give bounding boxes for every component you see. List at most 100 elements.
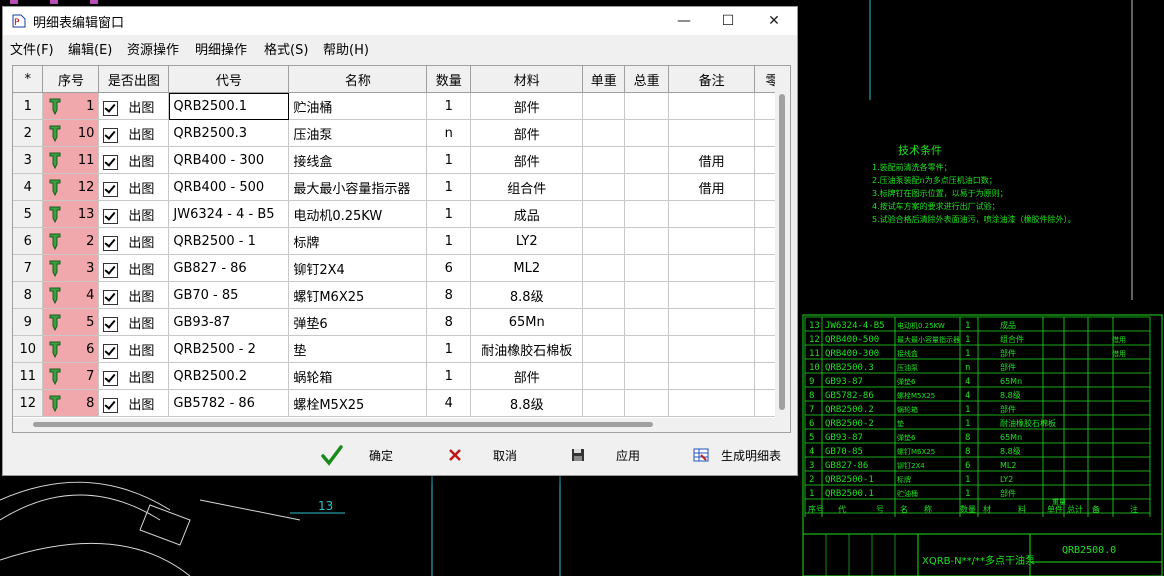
draw-cell[interactable]: 出图 xyxy=(98,308,170,336)
table-row[interactable]: 11 7 出图 QRB2500.2 蜗轮箱 1 部件 xyxy=(13,362,790,390)
row-number[interactable]: 10 xyxy=(13,335,44,363)
col-header-total-weight[interactable]: 总重 xyxy=(624,66,670,93)
seq-cell[interactable]: 10 xyxy=(42,119,100,147)
material-cell[interactable]: 成品 xyxy=(470,200,584,228)
note-cell[interactable] xyxy=(668,335,755,363)
draw-cell[interactable]: 出图 xyxy=(98,119,170,147)
qty-cell[interactable]: 1 xyxy=(426,227,472,255)
material-cell[interactable]: 8.8级 xyxy=(470,281,584,309)
col-header-unit-weight[interactable]: 单重 xyxy=(582,66,626,93)
seq-cell[interactable]: 3 xyxy=(42,254,100,282)
total-weight-cell[interactable] xyxy=(624,281,670,309)
draw-checkbox[interactable] xyxy=(103,154,119,170)
draw-cell[interactable]: 出图 xyxy=(98,227,170,255)
table-row[interactable]: 4 12 出图 QRB400 - 500 最大最小容量指示器 1 组合件 借用 xyxy=(13,173,790,201)
maximize-button[interactable]: ☐ xyxy=(705,7,751,35)
material-cell[interactable]: ML2 xyxy=(470,254,584,282)
row-number[interactable]: 2 xyxy=(13,119,44,147)
name-cell[interactable]: 压油泵 xyxy=(288,119,428,147)
name-cell[interactable]: 接线盒 xyxy=(288,146,428,174)
total-weight-cell[interactable] xyxy=(624,389,670,417)
draw-cell[interactable]: 出图 xyxy=(98,335,170,363)
material-cell[interactable]: 耐油橡胶石棉板 xyxy=(470,335,584,363)
draw-checkbox[interactable] xyxy=(103,262,119,278)
draw-checkbox[interactable] xyxy=(103,181,119,197)
draw-checkbox[interactable] xyxy=(103,397,119,413)
seq-cell[interactable]: 11 xyxy=(42,146,100,174)
draw-checkbox[interactable] xyxy=(103,316,119,332)
seq-cell[interactable]: 13 xyxy=(42,200,100,228)
note-cell[interactable] xyxy=(668,200,755,228)
material-cell[interactable]: 部件 xyxy=(470,119,584,147)
table-row[interactable]: 1 1 出图 QRB2500.1 贮油桶 1 部件 xyxy=(13,92,790,120)
seq-cell[interactable]: 1 xyxy=(42,92,100,120)
note-cell[interactable] xyxy=(668,254,755,282)
code-cell[interactable]: QRB2500 - 1 xyxy=(168,227,290,255)
table-row[interactable]: 2 10 出图 QRB2500.3 压油泵 n 部件 xyxy=(13,119,790,147)
table-row[interactable]: 7 3 出图 GB827 - 86 铆钉2X4 6 ML2 xyxy=(13,254,790,282)
table-row[interactable]: 5 13 出图 JW6324 - 4 - B5 电动机0.25KW 1 成品 xyxy=(13,200,790,228)
total-weight-cell[interactable] xyxy=(624,254,670,282)
row-number[interactable]: 4 xyxy=(13,173,44,201)
menu-detail[interactable]: 明细操作 xyxy=(195,39,247,58)
qty-cell[interactable]: 1 xyxy=(426,335,472,363)
total-weight-cell[interactable] xyxy=(624,308,670,336)
material-cell[interactable]: 部件 xyxy=(470,146,584,174)
generate-bom-button[interactable]: 生成明细表 xyxy=(693,443,781,467)
name-cell[interactable]: 螺钉M6X25 xyxy=(288,281,428,309)
unit-weight-cell[interactable] xyxy=(582,281,626,309)
apply-button[interactable]: 应用 xyxy=(571,443,640,467)
minimize-button[interactable]: — xyxy=(661,7,707,35)
code-cell[interactable]: QRB2500.1 xyxy=(168,92,290,120)
total-weight-cell[interactable] xyxy=(624,362,670,390)
draw-cell[interactable]: 出图 xyxy=(98,362,170,390)
col-header-seq[interactable]: 序号 xyxy=(42,66,100,93)
note-cell[interactable] xyxy=(668,308,755,336)
col-header-material[interactable]: 材料 xyxy=(470,66,584,93)
code-cell[interactable]: QRB2500 - 2 xyxy=(168,335,290,363)
note-cell[interactable] xyxy=(668,362,755,390)
table-row[interactable]: 12 8 出图 GB5782 - 86 螺栓M5X25 4 8.8级 xyxy=(13,389,790,417)
total-weight-cell[interactable] xyxy=(624,227,670,255)
unit-weight-cell[interactable] xyxy=(582,227,626,255)
horizontal-scrollbar[interactable] xyxy=(13,418,790,432)
total-weight-cell[interactable] xyxy=(624,119,670,147)
seq-cell[interactable]: 2 xyxy=(42,227,100,255)
row-number[interactable]: 7 xyxy=(13,254,44,282)
menu-file[interactable]: 文件(F) xyxy=(10,39,54,58)
code-cell[interactable]: GB827 - 86 xyxy=(168,254,290,282)
note-cell[interactable] xyxy=(668,389,755,417)
code-cell[interactable]: QRB2500.3 xyxy=(168,119,290,147)
col-header-qty[interactable]: 数量 xyxy=(426,66,472,93)
unit-weight-cell[interactable] xyxy=(582,119,626,147)
name-cell[interactable]: 最大最小容量指示器 xyxy=(288,173,428,201)
draw-checkbox[interactable] xyxy=(103,127,119,143)
col-header-marker[interactable]: * xyxy=(13,66,44,93)
unit-weight-cell[interactable] xyxy=(582,362,626,390)
seq-cell[interactable]: 5 xyxy=(42,308,100,336)
note-cell[interactable] xyxy=(668,119,755,147)
unit-weight-cell[interactable] xyxy=(582,92,626,120)
row-number[interactable]: 8 xyxy=(13,281,44,309)
unit-weight-cell[interactable] xyxy=(582,308,626,336)
qty-cell[interactable]: n xyxy=(426,119,472,147)
draw-cell[interactable]: 出图 xyxy=(98,92,170,120)
name-cell[interactable]: 蜗轮箱 xyxy=(288,362,428,390)
vertical-scroll-thumb[interactable] xyxy=(779,94,785,410)
name-cell[interactable]: 垫 xyxy=(288,335,428,363)
draw-checkbox[interactable] xyxy=(103,100,119,116)
col-header-note[interactable]: 备注 xyxy=(668,66,755,93)
unit-weight-cell[interactable] xyxy=(582,389,626,417)
draw-cell[interactable]: 出图 xyxy=(98,146,170,174)
note-cell[interactable] xyxy=(668,92,755,120)
col-header-draw[interactable]: 是否出图 xyxy=(98,66,170,93)
draw-checkbox[interactable] xyxy=(103,208,119,224)
code-cell[interactable]: GB5782 - 86 xyxy=(168,389,290,417)
unit-weight-cell[interactable] xyxy=(582,200,626,228)
draw-cell[interactable]: 出图 xyxy=(98,200,170,228)
unit-weight-cell[interactable] xyxy=(582,173,626,201)
qty-cell[interactable]: 8 xyxy=(426,308,472,336)
qty-cell[interactable]: 1 xyxy=(426,146,472,174)
draw-cell[interactable]: 出图 xyxy=(98,173,170,201)
cancel-button[interactable]: 取消 xyxy=(447,443,517,467)
